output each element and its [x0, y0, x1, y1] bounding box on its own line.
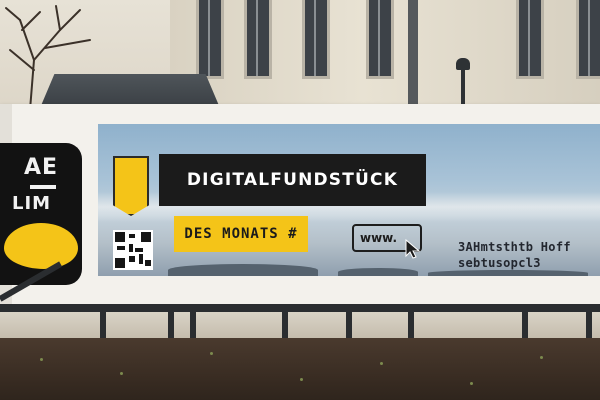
logo-text-bottom: LIM — [12, 193, 52, 214]
cursor-icon — [405, 238, 421, 259]
small-text-line-1: 3AHmtsthtb Hoff — [458, 240, 571, 254]
banner-subtitle: DES MONATS # — [184, 226, 298, 242]
organization-logo: AE LIM — [0, 143, 82, 285]
banner-subtitle-box: DES MONATS # — [174, 216, 308, 252]
logo-text-top: AE — [24, 155, 59, 180]
bare-tree — [5, 5, 91, 110]
shield-icon — [113, 156, 149, 216]
building-window — [244, 0, 272, 79]
building-window — [516, 0, 544, 79]
building-window — [576, 0, 600, 79]
qr-code-icon — [113, 230, 153, 270]
logo-yellow-shape — [4, 223, 78, 269]
building-window — [196, 0, 224, 79]
building-facade — [170, 0, 600, 108]
building-window — [302, 0, 330, 79]
banner-title-box: DIGITALFUNDSTÜCK — [159, 154, 426, 206]
street-lamp — [456, 58, 470, 104]
website-url-label: www. — [360, 231, 398, 245]
banner-support-rail — [0, 304, 600, 312]
soil-ground — [0, 338, 600, 400]
banner-title: DIGITALFUNDSTÜCK — [186, 170, 399, 190]
building-window — [366, 0, 394, 79]
drain-pipe — [408, 0, 418, 104]
small-text-line-2: sebtusopcl3 — [458, 256, 541, 270]
